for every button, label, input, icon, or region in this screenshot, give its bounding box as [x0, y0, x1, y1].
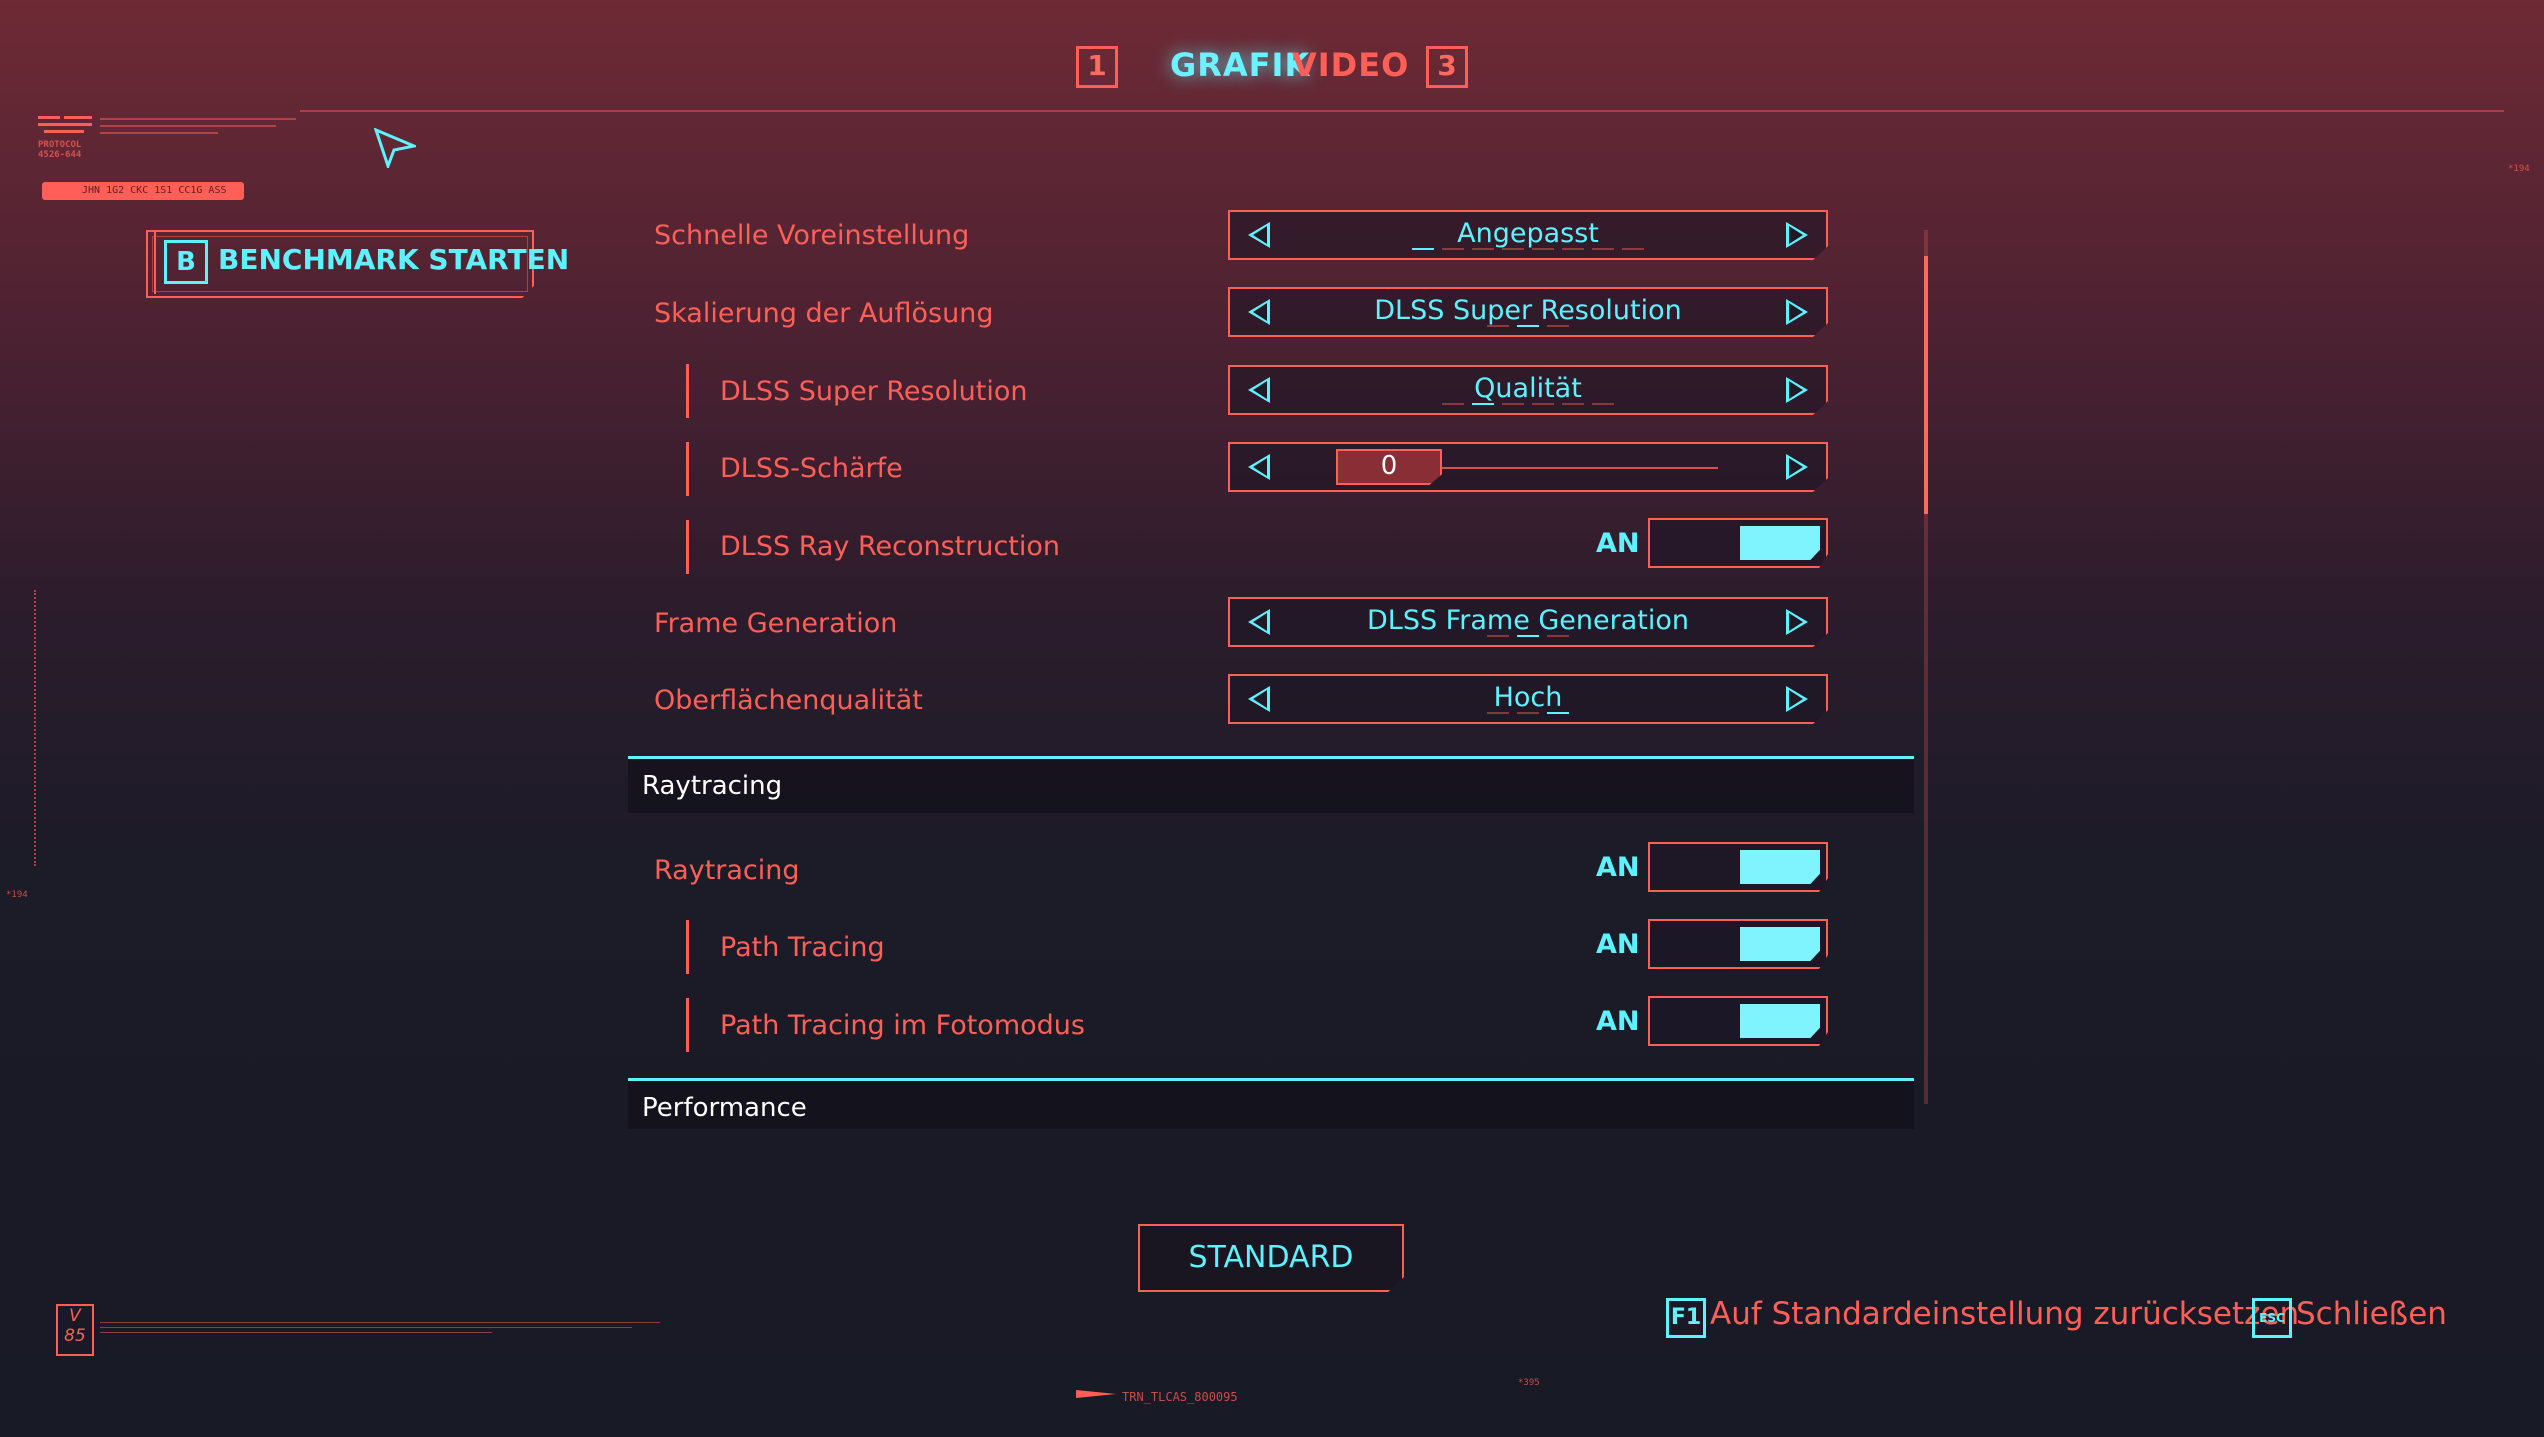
option-indicator	[1230, 248, 1826, 250]
protocol-code: PROTOCOL 4526-644	[38, 140, 82, 160]
arrow-right-icon[interactable]	[1786, 686, 1808, 712]
dlss-sharpness-value: 0	[1380, 451, 1398, 481]
arrow-right-icon[interactable]	[1786, 609, 1808, 635]
arrow-left-icon[interactable]	[1248, 454, 1270, 480]
arrow-right-icon[interactable]	[1786, 454, 1808, 480]
section-title: Performance	[642, 1093, 807, 1123]
surface-quality-selector[interactable]: Hoch	[1228, 674, 1828, 724]
tab-grafik[interactable]: GRAFIK	[1170, 46, 1310, 84]
decor-vertical-code	[34, 590, 42, 866]
quick-preset-value: Angepasst	[1457, 218, 1599, 249]
surface-quality-value: Hoch	[1493, 682, 1563, 713]
option-indicator	[1230, 403, 1826, 405]
standard-button[interactable]: STANDARD	[1138, 1224, 1404, 1292]
indent-bar	[686, 920, 689, 974]
path-tracing-toggle[interactable]	[1648, 919, 1828, 969]
close-action[interactable]: Schließen	[2296, 1296, 2447, 1332]
benchmark-key: B	[164, 240, 208, 284]
raytracing-label: Raytracing	[654, 855, 800, 886]
reset-to-default-action[interactable]: Auf Standardeinstellung zurücksetzen	[1710, 1296, 2299, 1332]
decor-bottom-code: TRN_TLCAS_800095	[1122, 1390, 1238, 1404]
raytracing-state: AN	[1596, 852, 1640, 883]
tab-next-key[interactable]: 3	[1426, 46, 1468, 88]
benchmark-label: BENCHMARK STARTEN	[218, 243, 570, 276]
resolution-scaling-label: Skalierung der Auflösung	[654, 298, 994, 329]
dlss-sharpness-slider[interactable]: 0	[1228, 442, 1828, 492]
quick-preset-selector[interactable]: Angepasst	[1228, 210, 1828, 260]
frame-generation-selector[interactable]: DLSS Frame Generation	[1228, 597, 1828, 647]
frame-generation-value: DLSS Frame Generation	[1366, 605, 1690, 636]
decor-microtext	[100, 116, 296, 142]
resolution-scaling-value: DLSS Super Resolution	[1374, 295, 1682, 326]
tab-video[interactable]: VIDEO	[1292, 46, 1409, 84]
arrow-right-icon[interactable]	[1786, 377, 1808, 403]
dlss-rr-state: AN	[1596, 528, 1640, 559]
dlss-rr-label: DLSS Ray Reconstruction	[720, 531, 1061, 562]
option-indicator	[1230, 325, 1826, 327]
path-tracing-label: Path Tracing	[720, 932, 885, 963]
info-pill: JHN 1G2 CKC 1S1 CC1G ASS	[42, 182, 244, 200]
quick-preset-label: Schnelle Voreinstellung	[654, 220, 970, 251]
resolution-scaling-selector[interactable]: DLSS Super Resolution	[1228, 287, 1828, 337]
indent-bar	[686, 442, 689, 496]
scrollbar-thumb[interactable]	[1924, 256, 1928, 514]
close-key: ESC	[2252, 1298, 2292, 1338]
dlss-rr-toggle[interactable]	[1648, 518, 1828, 568]
surface-quality-label: Oberflächenqualität	[654, 685, 923, 716]
dlss-sr-value: Qualität	[1474, 373, 1582, 404]
arrow-marker-icon	[1076, 1390, 1116, 1398]
version-badge-text: V 85	[64, 1306, 86, 1346]
decor-bottom-code-2: *395	[1518, 1378, 1540, 1388]
dlss-sr-label: DLSS Super Resolution	[720, 376, 1028, 407]
section-title: Raytracing	[642, 771, 783, 801]
frame-generation-label: Frame Generation	[654, 608, 898, 639]
dlss-sharpness-label: DLSS-Schärfe	[720, 453, 903, 484]
path-tracing-photo-toggle[interactable]	[1648, 996, 1828, 1046]
option-indicator	[1230, 712, 1826, 714]
decor-code-right: *194	[2508, 164, 2530, 174]
section-header-performance: Performance	[628, 1078, 1914, 1129]
benchmark-button-edge	[146, 230, 156, 294]
indent-bar	[686, 998, 689, 1052]
header-divider	[300, 110, 2504, 112]
path-tracing-photo-label: Path Tracing im Fotomodus	[720, 1010, 1085, 1041]
arrow-right-icon[interactable]	[1786, 222, 1808, 248]
decor-code-left: *194	[6, 890, 28, 900]
section-header-raytracing: Raytracing	[628, 756, 1914, 813]
mouse-cursor-icon	[374, 128, 416, 168]
version-badge: V 85	[56, 1304, 94, 1356]
path-tracing-state: AN	[1596, 929, 1640, 960]
indent-bar	[686, 364, 689, 418]
reset-key: F1	[1666, 1298, 1706, 1338]
slider-track[interactable]	[1442, 467, 1718, 469]
decor-microtext	[100, 1322, 660, 1336]
arrow-right-icon[interactable]	[1786, 299, 1808, 325]
tab-prev-key[interactable]: 1	[1076, 46, 1118, 88]
dlss-sr-selector[interactable]: Qualität	[1228, 365, 1828, 415]
path-tracing-photo-state: AN	[1596, 1006, 1640, 1037]
option-indicator	[1230, 635, 1826, 637]
raytracing-toggle[interactable]	[1648, 842, 1828, 892]
indent-bar	[686, 520, 689, 574]
